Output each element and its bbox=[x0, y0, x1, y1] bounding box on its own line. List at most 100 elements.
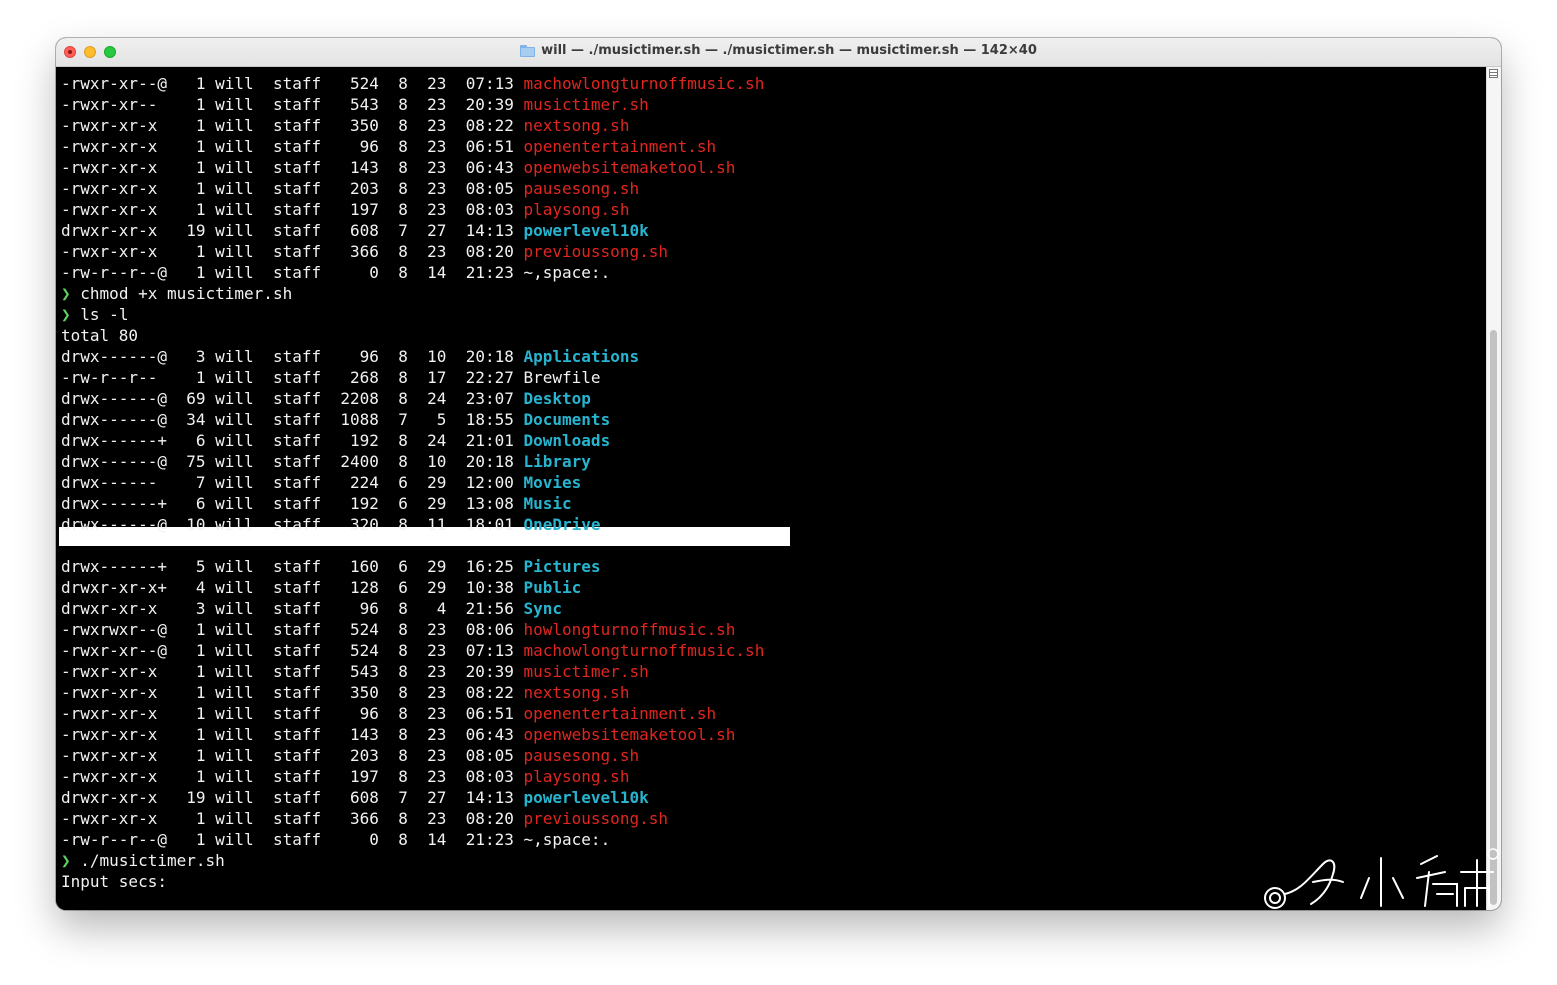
time-field: 20:39 bbox=[465, 662, 514, 681]
links-field: 1 bbox=[195, 200, 206, 219]
time-field: 08:03 bbox=[465, 767, 514, 786]
time-field: 07:13 bbox=[465, 641, 514, 660]
file-row: -rwxr-xr-x 1 will staff 366 8 23 08:20 p… bbox=[61, 808, 668, 829]
perm-field: drwx------+ bbox=[61, 557, 167, 576]
group-field: staff bbox=[272, 431, 322, 450]
links-field: 1 bbox=[195, 683, 206, 702]
perm-field: drwx------@ bbox=[61, 515, 167, 534]
day-field: 29 bbox=[427, 494, 447, 513]
group-field: staff bbox=[272, 809, 322, 828]
perm-field: -rwxr-xr-x bbox=[61, 683, 158, 702]
perm-field: -rwxr-xr-x bbox=[61, 158, 158, 177]
file-name: openwebsitemaketool.sh bbox=[523, 158, 736, 177]
owner-field: will bbox=[215, 620, 254, 639]
input-prompt-text: Input secs: bbox=[61, 872, 167, 891]
owner-field: will bbox=[215, 704, 254, 723]
scrollbar[interactable] bbox=[1486, 67, 1501, 910]
file-row: -rwxr-xr-x 1 will staff 197 8 23 08:03 p… bbox=[61, 199, 629, 220]
owner-field: will bbox=[215, 725, 254, 744]
links-field: 5 bbox=[195, 557, 206, 576]
file-name: playsong.sh bbox=[523, 200, 630, 219]
time-field: 08:22 bbox=[465, 683, 514, 702]
month-field: 8 bbox=[398, 641, 408, 660]
time-field: 21:23 bbox=[465, 830, 514, 849]
day-field: 29 bbox=[427, 557, 447, 576]
total-text: total 80 bbox=[61, 326, 139, 345]
command-text: ./musictimer.sh bbox=[80, 851, 225, 870]
file-name: Applications bbox=[523, 347, 640, 366]
perm-field: -rwxr-xr-x bbox=[61, 809, 158, 828]
file-name: howlongturnoffmusic.sh bbox=[523, 620, 736, 639]
day-field: 17 bbox=[427, 368, 447, 387]
owner-field: will bbox=[215, 137, 254, 156]
perm-field: -rwxr-xr-- bbox=[61, 95, 158, 114]
month-field: 8 bbox=[398, 74, 408, 93]
file-name: OneDrive bbox=[523, 515, 601, 534]
group-field: staff bbox=[272, 641, 322, 660]
file-row: -rwxr-xr-x 1 will staff 143 8 23 06:43 o… bbox=[61, 724, 735, 745]
month-field: 8 bbox=[398, 683, 408, 702]
month-field: 8 bbox=[398, 704, 408, 723]
time-field: 06:51 bbox=[465, 704, 514, 723]
perm-field: -rwxr-xr-x bbox=[61, 662, 158, 681]
scrollbar-menu-icon[interactable] bbox=[1489, 69, 1498, 78]
owner-field: will bbox=[215, 410, 254, 429]
group-field: staff bbox=[272, 830, 322, 849]
terminal-output[interactable]: -rwxr-xr--@ 1 will staff 524 8 23 07:13 … bbox=[56, 67, 1487, 910]
day-field: 4 bbox=[436, 599, 447, 618]
group-field: staff bbox=[272, 242, 322, 261]
time-field: 12:00 bbox=[465, 473, 514, 492]
month-field: 6 bbox=[398, 473, 408, 492]
size-field: 608 bbox=[350, 788, 379, 807]
file-name: previoussong.sh bbox=[523, 242, 668, 261]
links-field: 6 bbox=[195, 431, 206, 450]
day-field: 23 bbox=[427, 158, 447, 177]
group-field: staff bbox=[272, 389, 322, 408]
file-name: previoussong.sh bbox=[523, 809, 668, 828]
perm-field: drwx------@ bbox=[61, 389, 167, 408]
group-field: staff bbox=[272, 788, 322, 807]
group-field: staff bbox=[272, 452, 322, 471]
size-field: 608 bbox=[350, 221, 379, 240]
group-field: staff bbox=[272, 368, 322, 387]
group-field: staff bbox=[272, 767, 322, 786]
file-name: Downloads bbox=[523, 431, 611, 450]
time-field: 08:06 bbox=[465, 620, 514, 639]
file-name: nextsong.sh bbox=[523, 683, 630, 702]
links-field: 1 bbox=[195, 746, 206, 765]
file-name: Library bbox=[523, 452, 591, 471]
file-name: powerlevel10k bbox=[523, 788, 649, 807]
day-field: 23 bbox=[427, 242, 447, 261]
file-row: drwx------@ 10 will staff 320 8 11 18:01… bbox=[61, 514, 601, 535]
perm-field: -rw-r--r--@ bbox=[61, 830, 167, 849]
scrollbar-thumb[interactable] bbox=[1490, 330, 1497, 905]
file-row: -rwxr-xr-x 1 will staff 366 8 23 08:20 p… bbox=[61, 241, 668, 262]
day-field: 23 bbox=[427, 74, 447, 93]
links-field: 1 bbox=[195, 725, 206, 744]
file-name: Public bbox=[523, 578, 582, 597]
size-field: 320 bbox=[350, 515, 379, 534]
month-field: 7 bbox=[398, 788, 408, 807]
total-line: total 80 bbox=[61, 325, 138, 346]
day-field: 27 bbox=[427, 221, 447, 240]
file-row: -rwxr-xr-x 1 will staff 143 8 23 06:43 o… bbox=[61, 157, 735, 178]
title-bar[interactable]: will — ./musictimer.sh — ./musictimer.sh… bbox=[56, 38, 1501, 67]
month-field: 8 bbox=[398, 116, 408, 135]
links-field: 19 bbox=[186, 221, 206, 240]
links-field: 4 bbox=[195, 578, 206, 597]
day-field: 23 bbox=[427, 179, 447, 198]
file-name: openentertainment.sh bbox=[523, 137, 717, 156]
links-field: 1 bbox=[195, 767, 206, 786]
owner-field: will bbox=[215, 662, 254, 681]
links-field: 1 bbox=[195, 830, 206, 849]
perm-field: drwxr-xr-x bbox=[61, 788, 158, 807]
group-field: staff bbox=[272, 704, 322, 723]
size-field: 224 bbox=[350, 473, 379, 492]
perm-field: -rwxr-xr--@ bbox=[61, 641, 167, 660]
perm-field: -rwxr-xr-x bbox=[61, 137, 158, 156]
owner-field: will bbox=[215, 830, 254, 849]
perm-field: drwx------+ bbox=[61, 494, 167, 513]
prompt-line: ❯ ./musictimer.sh bbox=[61, 850, 225, 871]
prompt-line: ❯ chmod +x musictimer.sh bbox=[61, 283, 292, 304]
size-field: 192 bbox=[350, 431, 379, 450]
